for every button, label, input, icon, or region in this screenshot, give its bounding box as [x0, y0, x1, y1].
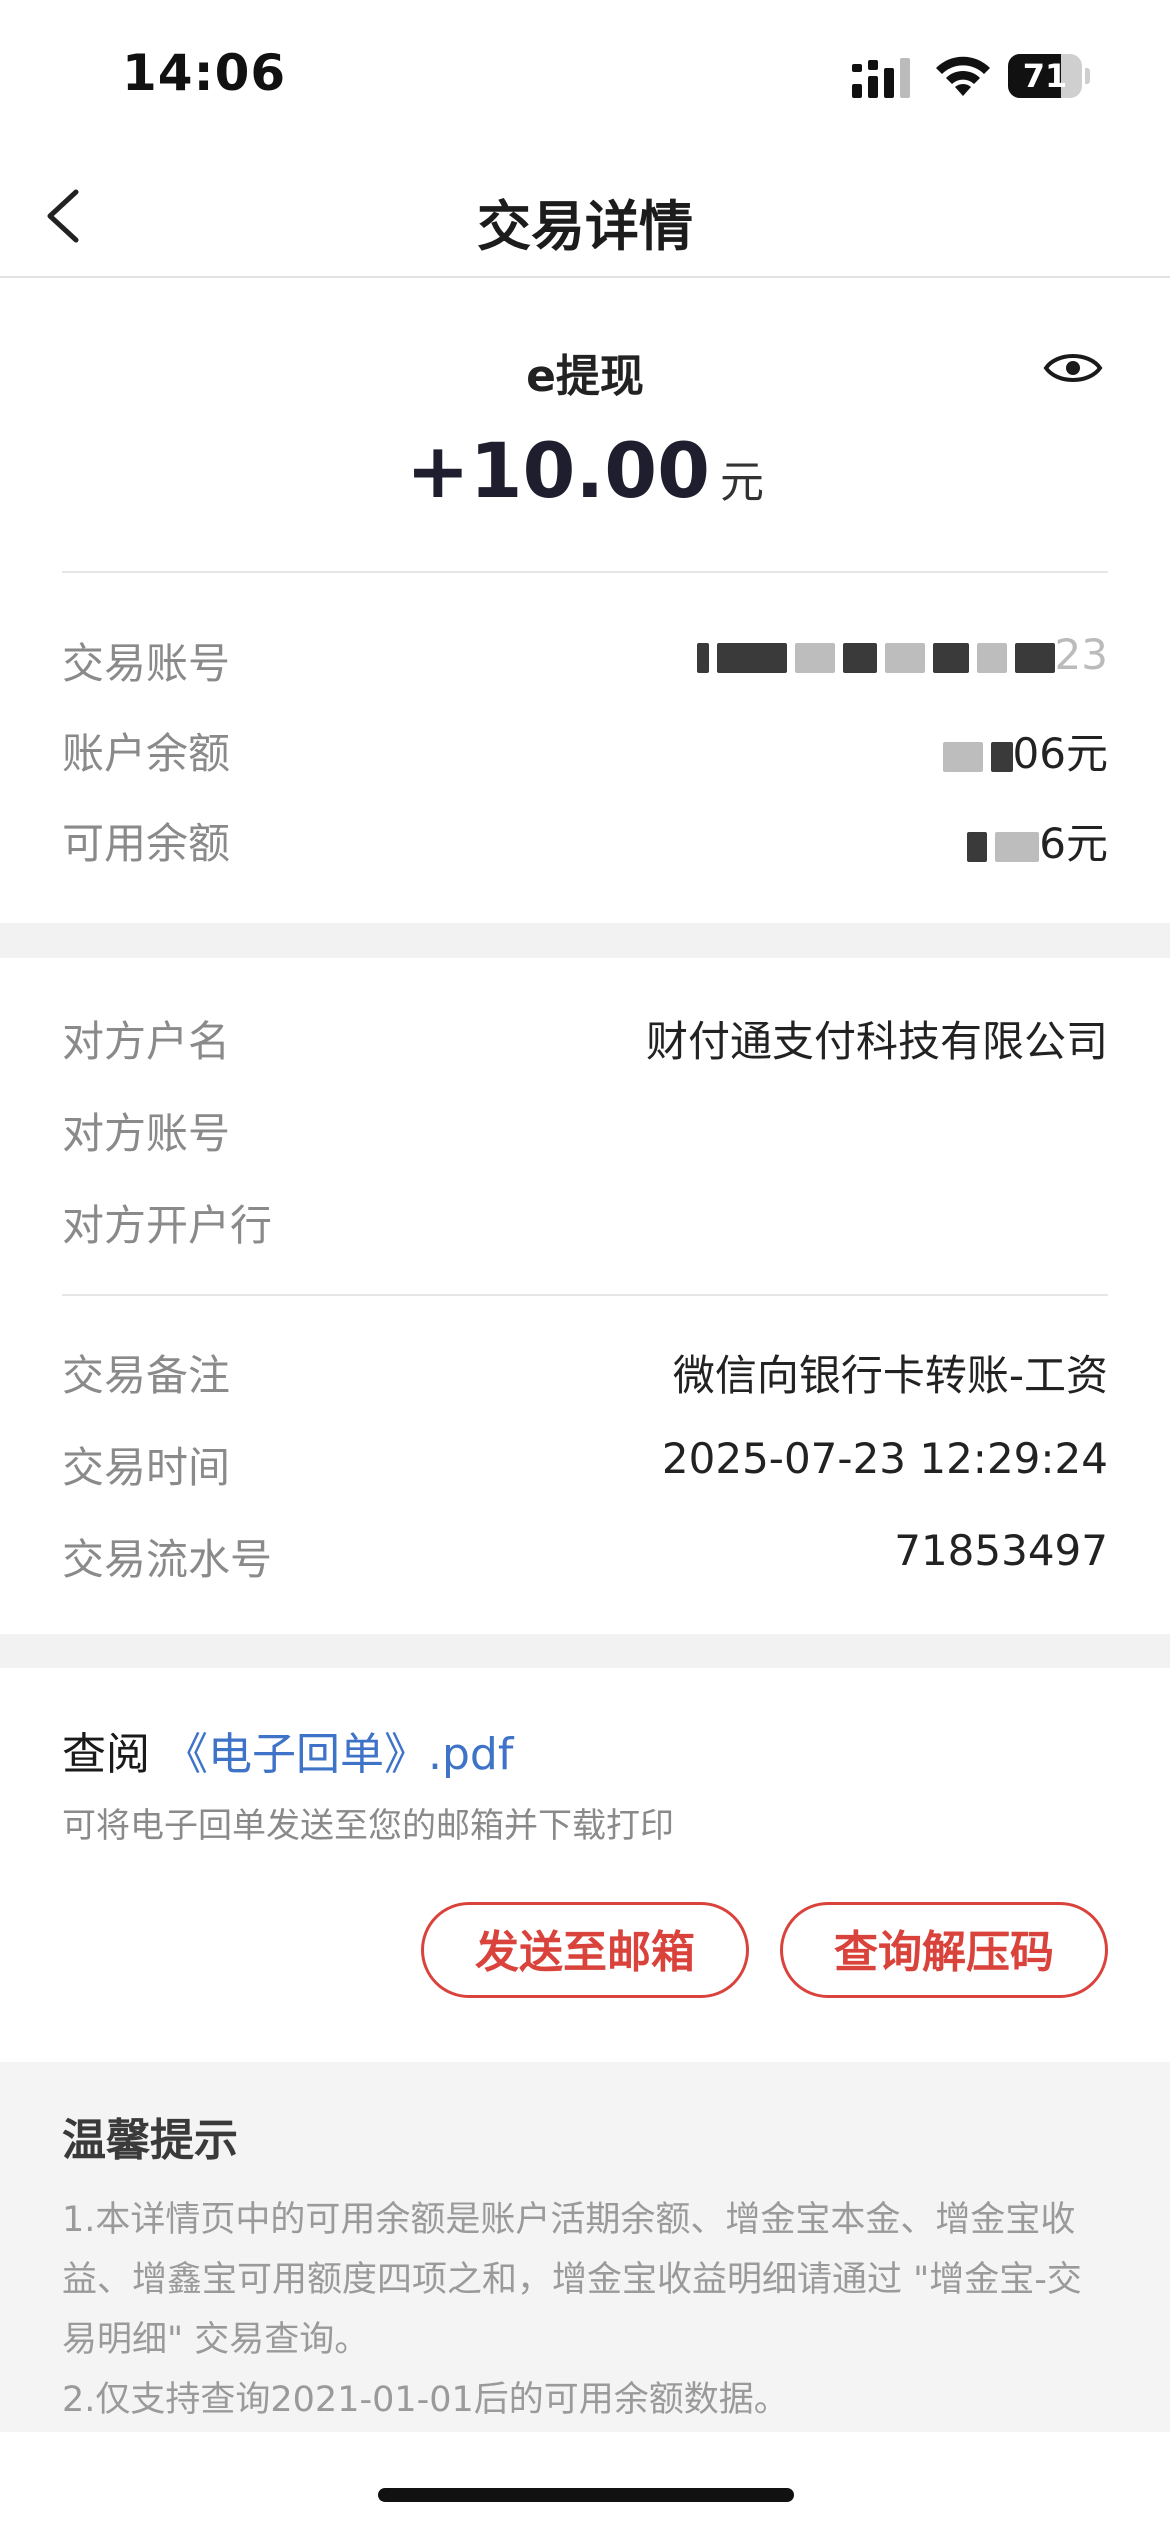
row-label: 对方户名: [62, 1017, 231, 1066]
row-payee-name: 对方户名 财付通支付科技有限公司: [62, 1008, 1108, 1068]
cellular-signal-icon: [852, 58, 910, 98]
row-available-balance: 可用余额 6元: [62, 810, 1108, 870]
home-indicator[interactable]: [378, 2488, 794, 2502]
section-gap: [0, 923, 1170, 958]
tips-title: 温馨提示: [62, 2115, 238, 2166]
receipt-hint: 可将电子回单发送至您的邮箱并下载打印: [62, 1806, 674, 1846]
row-label: 交易流水号: [62, 1535, 273, 1584]
divider: [62, 571, 1108, 573]
row-value: 财付通支付科技有限公司: [645, 1017, 1108, 1066]
row-label: 交易备注: [62, 1351, 231, 1400]
row-label: 交易时间: [62, 1443, 231, 1492]
send-to-email-button[interactable]: 发送至邮箱: [421, 1902, 749, 1998]
row-label: 对方开户行: [62, 1201, 273, 1250]
row-serial-number: 交易流水号 71853497: [62, 1526, 1108, 1586]
row-label: 账户余额: [62, 729, 231, 778]
row-value: 71853497: [894, 1526, 1108, 1575]
row-value: 2025-07-23 12:29:24: [661, 1434, 1108, 1483]
receipt-section: 查阅 《电子回单》.pdf 可将电子回单发送至您的邮箱并下载打印 发送至邮箱 查询…: [0, 1668, 1170, 2062]
eye-icon[interactable]: [1043, 348, 1103, 388]
row-value: 23: [689, 630, 1108, 679]
counterparty-section: 对方户名 财付通支付科技有限公司 对方账号 对方开户行 交易备注 微信向银行卡转…: [0, 958, 1170, 1634]
transaction-summary: e提现 +10.00 元 交易账号 23 账户余额 06元 可用余额 6元: [0, 278, 1170, 923]
tips-line-2: 2.仅支持查询2021-01-01后的可用余额数据。: [62, 2380, 789, 2420]
row-transaction-time: 交易时间 2025-07-23 12:29:24: [62, 1434, 1108, 1494]
row-label: 可用余额: [62, 819, 231, 868]
row-value: 6元: [959, 810, 1108, 871]
amount-block: +10.00 元: [0, 426, 1170, 515]
row-label: 交易账号: [62, 639, 231, 688]
nav-bar: 交易详情: [0, 150, 1170, 278]
section-gap: [0, 1634, 1170, 1668]
page-title: 交易详情: [477, 195, 693, 258]
battery-icon: 71: [1008, 54, 1090, 98]
transaction-amount: +10.00: [405, 426, 711, 515]
view-label: 查阅: [62, 1729, 150, 1780]
row-payee-bank: 对方开户行: [62, 1192, 1108, 1252]
row-label: 对方账号: [62, 1109, 231, 1158]
battery-level: 71: [1022, 57, 1068, 95]
row-account-balance: 账户余额 06元: [62, 720, 1108, 780]
row-account-number: 交易账号 23: [62, 630, 1108, 690]
row-payee-account: 对方账号: [62, 1100, 1108, 1160]
transaction-type: e提现: [526, 351, 644, 402]
amount-unit: 元: [720, 457, 765, 508]
receipt-pdf-link[interactable]: 《电子回单》.pdf: [164, 1729, 513, 1780]
wifi-icon: [936, 56, 990, 96]
divider: [62, 1294, 1108, 1296]
row-value: 微信向银行卡转账-工资: [672, 1351, 1108, 1400]
query-unzip-code-button[interactable]: 查询解压码: [780, 1902, 1108, 1998]
tips-section: 温馨提示 1.本详情页中的可用余额是账户活期余额、增金宝本金、增金宝收益、增鑫宝…: [0, 2062, 1170, 2432]
status-bar: 14:06 71: [0, 0, 1170, 150]
row-transaction-remark: 交易备注 微信向银行卡转账-工资: [62, 1342, 1108, 1402]
tips-body: 1.本详情页中的可用余额是账户活期余额、增金宝本金、增金宝收益、增鑫宝可用额度四…: [62, 2190, 1112, 2430]
row-value: 06元: [935, 720, 1108, 781]
status-time: 14:06: [122, 44, 287, 102]
tips-line-1: 1.本详情页中的可用余额是账户活期余额、增金宝本金、增金宝收益、增鑫宝可用额度四…: [62, 2200, 1082, 2360]
receipt-view-line: 查阅 《电子回单》.pdf: [62, 1718, 513, 1782]
